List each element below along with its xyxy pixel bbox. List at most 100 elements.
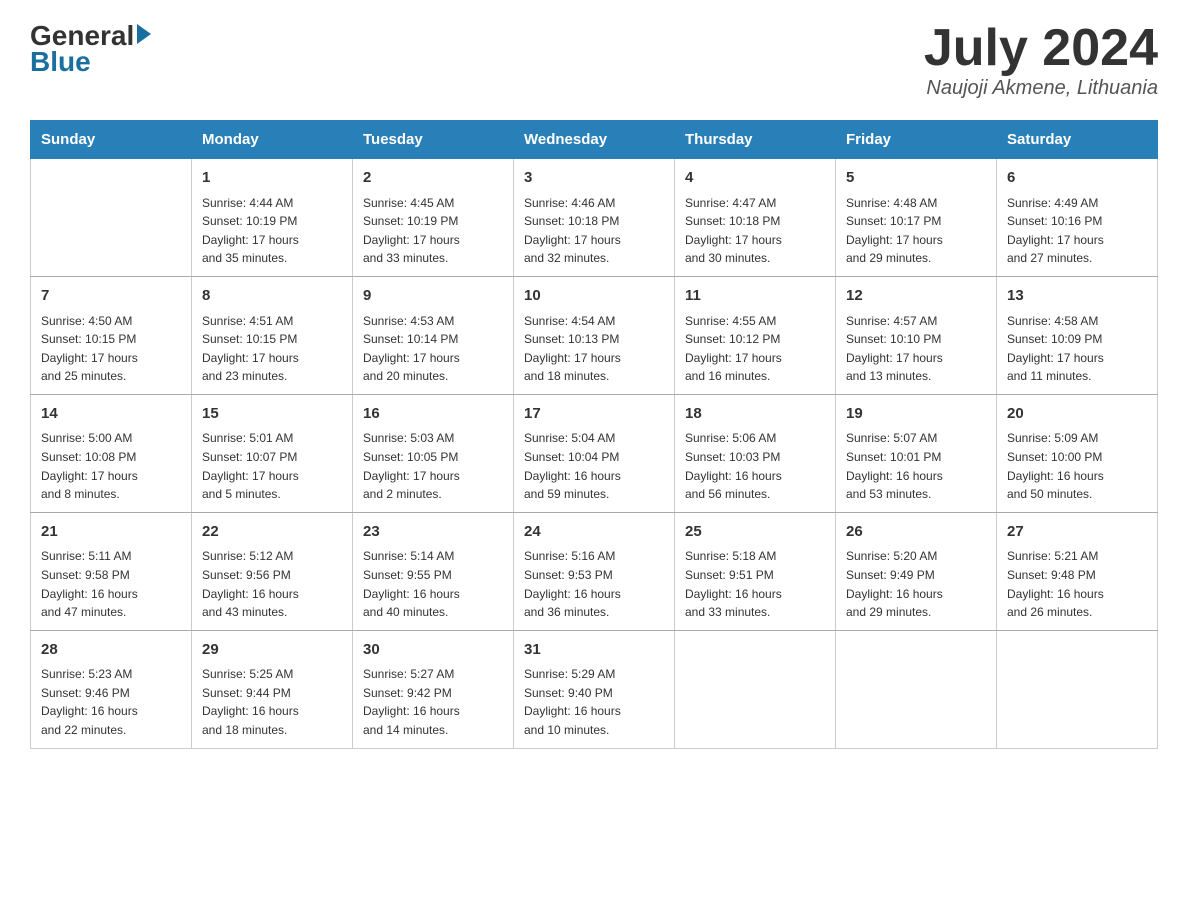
header-tuesday: Tuesday — [353, 121, 514, 159]
header-friday: Friday — [836, 121, 997, 159]
page-header: General Blue July 2024 Naujoji Akmene, L… — [30, 20, 1158, 100]
logo-blue-text: Blue — [30, 46, 91, 78]
calendar-cell: 25 Sunrise: 5:18 AM Sunset: 9:51 PM Dayli… — [675, 512, 836, 630]
day-info: Sunrise: 5:20 AM Sunset: 9:49 PM Dayligh… — [846, 547, 986, 621]
day-info: Sunrise: 4:49 AM Sunset: 10:16 PM Daylig… — [1007, 194, 1147, 268]
day-info: Sunrise: 5:11 AM Sunset: 9:58 PM Dayligh… — [41, 547, 181, 621]
calendar-cell: 16 Sunrise: 5:03 AM Sunset: 10:05 PM Dayl… — [353, 394, 514, 512]
day-info: Sunrise: 4:45 AM Sunset: 10:19 PM Daylig… — [363, 194, 503, 268]
day-info: Sunrise: 5:29 AM Sunset: 9:40 PM Dayligh… — [524, 665, 664, 739]
day-number: 18 — [685, 403, 825, 426]
calendar-cell: 3 Sunrise: 4:46 AM Sunset: 10:18 PM Dayli… — [514, 159, 675, 277]
day-number: 16 — [363, 403, 503, 426]
day-number: 7 — [41, 285, 181, 308]
calendar-cell: 7 Sunrise: 4:50 AM Sunset: 10:15 PM Dayli… — [31, 277, 192, 395]
calendar-cell: 2 Sunrise: 4:45 AM Sunset: 10:19 PM Dayli… — [353, 159, 514, 277]
day-info: Sunrise: 5:25 AM Sunset: 9:44 PM Dayligh… — [202, 665, 342, 739]
day-number: 22 — [202, 521, 342, 544]
day-number: 31 — [524, 639, 664, 662]
calendar-cell: 28Sunrise: 5:23 AM Sunset: 9:46 PM Dayli… — [31, 630, 192, 748]
header-wednesday: Wednesday — [514, 121, 675, 159]
day-number: 10 — [524, 285, 664, 308]
day-info: Sunrise: 4:55 AM Sunset: 10:12 PM Daylig… — [685, 312, 825, 386]
calendar-cell: 12Sunrise: 4:57 AM Sunset: 10:10 PM Dayl… — [836, 277, 997, 395]
day-info: Sunrise: 5:12 AM Sunset: 9:56 PM Dayligh… — [202, 547, 342, 621]
day-info: Sunrise: 4:48 AM Sunset: 10:17 PM Daylig… — [846, 194, 986, 268]
calendar-week-4: 21 Sunrise: 5:11 AM Sunset: 9:58 PM Dayli… — [31, 512, 1158, 630]
day-info: Sunrise: 5:09 AM Sunset: 10:00 PM Daylig… — [1007, 429, 1147, 503]
day-number: 9 — [363, 285, 503, 308]
day-number: 30 — [363, 639, 503, 662]
day-number: 12 — [846, 285, 986, 308]
calendar-table: SundayMondayTuesdayWednesdayThursdayFrid… — [30, 120, 1158, 748]
day-info: Sunrise: 4:54 AM Sunset: 10:13 PM Daylig… — [524, 312, 664, 386]
day-info: Sunrise: 5:18 AM Sunset: 9:51 PM Dayligh… — [685, 547, 825, 621]
header-monday: Monday — [192, 121, 353, 159]
calendar-cell: 4 Sunrise: 4:47 AM Sunset: 10:18 PM Dayli… — [675, 159, 836, 277]
day-info: Sunrise: 5:04 AM Sunset: 10:04 PM Daylig… — [524, 429, 664, 503]
day-number: 23 — [363, 521, 503, 544]
calendar-cell: 31 Sunrise: 5:29 AM Sunset: 9:40 PM Dayli… — [514, 630, 675, 748]
calendar-cell: 23 Sunrise: 5:14 AM Sunset: 9:55 PM Dayli… — [353, 512, 514, 630]
calendar-cell: 1Sunrise: 4:44 AM Sunset: 10:19 PM Dayli… — [192, 159, 353, 277]
logo-arrow-icon — [137, 24, 151, 44]
day-number: 5 — [846, 167, 986, 190]
day-number: 27 — [1007, 521, 1147, 544]
calendar-cell: 27Sunrise: 5:21 AM Sunset: 9:48 PM Dayli… — [997, 512, 1158, 630]
calendar-cell: 21 Sunrise: 5:11 AM Sunset: 9:58 PM Dayli… — [31, 512, 192, 630]
calendar-week-2: 7 Sunrise: 4:50 AM Sunset: 10:15 PM Dayli… — [31, 277, 1158, 395]
day-number: 21 — [41, 521, 181, 544]
calendar-cell — [31, 159, 192, 277]
day-info: Sunrise: 4:50 AM Sunset: 10:15 PM Daylig… — [41, 312, 181, 386]
day-number: 26 — [846, 521, 986, 544]
calendar-cell: 22 Sunrise: 5:12 AM Sunset: 9:56 PM Dayli… — [192, 512, 353, 630]
calendar-cell: 10 Sunrise: 4:54 AM Sunset: 10:13 PM Dayl… — [514, 277, 675, 395]
day-info: Sunrise: 5:27 AM Sunset: 9:42 PM Dayligh… — [363, 665, 503, 739]
day-number: 3 — [524, 167, 664, 190]
calendar-cell — [997, 630, 1158, 748]
day-number: 2 — [363, 167, 503, 190]
day-number: 19 — [846, 403, 986, 426]
calendar-cell: 19 Sunrise: 5:07 AM Sunset: 10:01 PM Dayl… — [836, 394, 997, 512]
calendar-cell: 26 Sunrise: 5:20 AM Sunset: 9:49 PM Dayli… — [836, 512, 997, 630]
header-sunday: Sunday — [31, 121, 192, 159]
day-number: 14 — [41, 403, 181, 426]
day-number: 4 — [685, 167, 825, 190]
calendar-week-1: 1Sunrise: 4:44 AM Sunset: 10:19 PM Dayli… — [31, 159, 1158, 277]
day-number: 25 — [685, 521, 825, 544]
day-number: 13 — [1007, 285, 1147, 308]
day-info: Sunrise: 4:58 AM Sunset: 10:09 PM Daylig… — [1007, 312, 1147, 386]
day-number: 29 — [202, 639, 342, 662]
day-info: Sunrise: 4:51 AM Sunset: 10:15 PM Daylig… — [202, 312, 342, 386]
day-info: Sunrise: 5:23 AM Sunset: 9:46 PM Dayligh… — [41, 665, 181, 739]
day-info: Sunrise: 4:44 AM Sunset: 10:19 PM Daylig… — [202, 194, 342, 268]
calendar-cell: 18 Sunrise: 5:06 AM Sunset: 10:03 PM Dayl… — [675, 394, 836, 512]
day-info: Sunrise: 5:03 AM Sunset: 10:05 PM Daylig… — [363, 429, 503, 503]
calendar-cell: 9Sunrise: 4:53 AM Sunset: 10:14 PM Dayli… — [353, 277, 514, 395]
day-number: 24 — [524, 521, 664, 544]
day-number: 11 — [685, 285, 825, 308]
day-info: Sunrise: 5:14 AM Sunset: 9:55 PM Dayligh… — [363, 547, 503, 621]
calendar-cell: 30 Sunrise: 5:27 AM Sunset: 9:42 PM Dayli… — [353, 630, 514, 748]
calendar-cell: 24 Sunrise: 5:16 AM Sunset: 9:53 PM Dayli… — [514, 512, 675, 630]
day-info: Sunrise: 5:16 AM Sunset: 9:53 PM Dayligh… — [524, 547, 664, 621]
calendar-cell: 13 Sunrise: 4:58 AM Sunset: 10:09 PM Dayl… — [997, 277, 1158, 395]
header-saturday: Saturday — [997, 121, 1158, 159]
day-info: Sunrise: 5:00 AM Sunset: 10:08 PM Daylig… — [41, 429, 181, 503]
day-number: 15 — [202, 403, 342, 426]
day-number: 20 — [1007, 403, 1147, 426]
calendar-week-5: 28Sunrise: 5:23 AM Sunset: 9:46 PM Dayli… — [31, 630, 1158, 748]
calendar-week-3: 14 Sunrise: 5:00 AM Sunset: 10:08 PM Dayl… — [31, 394, 1158, 512]
day-info: Sunrise: 5:07 AM Sunset: 10:01 PM Daylig… — [846, 429, 986, 503]
day-info: Sunrise: 4:46 AM Sunset: 10:18 PM Daylig… — [524, 194, 664, 268]
calendar-cell: 14 Sunrise: 5:00 AM Sunset: 10:08 PM Dayl… — [31, 394, 192, 512]
day-info: Sunrise: 5:06 AM Sunset: 10:03 PM Daylig… — [685, 429, 825, 503]
day-info: Sunrise: 4:47 AM Sunset: 10:18 PM Daylig… — [685, 194, 825, 268]
calendar-cell — [836, 630, 997, 748]
day-info: Sunrise: 5:01 AM Sunset: 10:07 PM Daylig… — [202, 429, 342, 503]
calendar-header-row: SundayMondayTuesdayWednesdayThursdayFrid… — [31, 121, 1158, 159]
logo: General Blue — [30, 20, 151, 78]
header-thursday: Thursday — [675, 121, 836, 159]
calendar-cell: 11 Sunrise: 4:55 AM Sunset: 10:12 PM Dayl… — [675, 277, 836, 395]
calendar-cell: 20 Sunrise: 5:09 AM Sunset: 10:00 PM Dayl… — [997, 394, 1158, 512]
